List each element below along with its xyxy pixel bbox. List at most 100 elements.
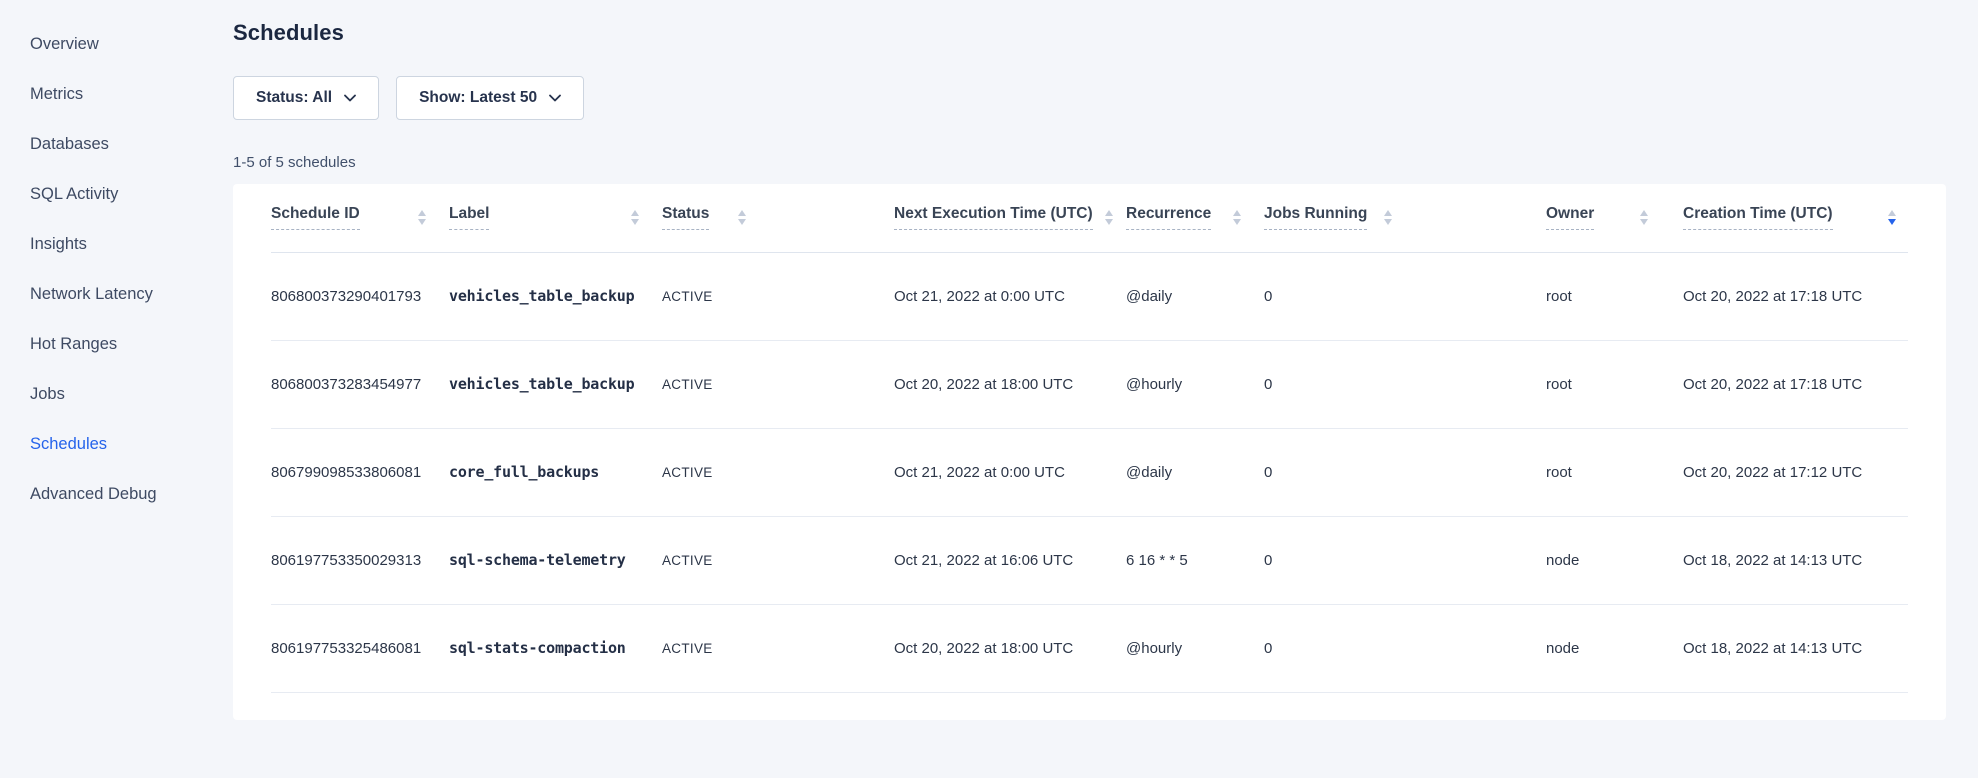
sidebar-item-databases[interactable]: Databases	[30, 134, 233, 154]
table-row: 806197753325486081 sql-stats-compaction …	[271, 604, 1908, 692]
sort-asc-icon	[1888, 210, 1896, 216]
cell-creation-time: Oct 18, 2022 at 14:13 UTC	[1683, 604, 1908, 692]
cell-status: ACTIVE	[662, 252, 894, 340]
column-header-schedule-id[interactable]: Schedule ID	[271, 184, 449, 252]
sidebar: Overview Metrics Databases SQL Activity …	[0, 0, 233, 778]
cell-jobs-running: 0	[1264, 604, 1546, 692]
sidebar-item-jobs[interactable]: Jobs	[30, 384, 233, 404]
sort-icons	[1640, 210, 1648, 225]
table-header: Schedule ID Label Stat	[271, 184, 1908, 252]
status-filter-dropdown[interactable]: Status: All	[233, 76, 379, 120]
results-count: 1-5 of 5 schedules	[233, 154, 1946, 171]
cell-recurrence: @hourly	[1126, 340, 1264, 428]
sort-asc-icon	[1640, 210, 1648, 216]
main-content: Schedules Status: All Show: Latest 50 1-…	[233, 0, 1978, 778]
sidebar-item-sql-activity[interactable]: SQL Activity	[30, 184, 233, 204]
cell-label: vehicles_table_backup	[449, 252, 662, 340]
sort-desc-icon	[1233, 219, 1241, 225]
cell-owner: root	[1546, 340, 1683, 428]
sort-asc-icon	[418, 210, 426, 216]
sort-asc-icon	[631, 210, 639, 216]
sort-desc-icon	[1384, 219, 1392, 225]
sort-asc-icon	[1105, 210, 1113, 216]
sort-asc-icon	[738, 210, 746, 216]
show-filter-dropdown[interactable]: Show: Latest 50	[396, 76, 584, 120]
sidebar-item-network-latency[interactable]: Network Latency	[30, 284, 233, 304]
column-header-jobs-running[interactable]: Jobs Running	[1264, 184, 1546, 252]
show-filter-label: Show: Latest 50	[419, 89, 537, 107]
sort-icons	[1888, 210, 1896, 225]
schedules-table: Schedule ID Label Stat	[271, 184, 1908, 693]
cell-recurrence: 6 16 * * 5	[1126, 516, 1264, 604]
sort-desc-icon	[738, 219, 746, 225]
cell-status: ACTIVE	[662, 516, 894, 604]
sort-desc-icon	[418, 219, 426, 225]
cell-label: sql-schema-telemetry	[449, 516, 662, 604]
sidebar-item-hot-ranges[interactable]: Hot Ranges	[30, 334, 233, 354]
cell-schedule-id: 806800373290401793	[271, 252, 449, 340]
column-header-next-execution-time[interactable]: Next Execution Time (UTC)	[894, 184, 1126, 252]
table-row: 806799098533806081 core_full_backups ACT…	[271, 428, 1908, 516]
cell-schedule-id: 806197753350029313	[271, 516, 449, 604]
cell-owner: root	[1546, 252, 1683, 340]
column-header-status[interactable]: Status	[662, 184, 894, 252]
sort-desc-icon	[1640, 219, 1648, 225]
sort-icons	[1384, 210, 1392, 225]
sort-desc-icon	[1105, 219, 1113, 225]
sort-icons	[738, 210, 746, 225]
cell-schedule-id: 806800373283454977	[271, 340, 449, 428]
table-row: 806800373290401793 vehicles_table_backup…	[271, 252, 1908, 340]
sort-icons	[631, 210, 639, 225]
cell-jobs-running: 0	[1264, 428, 1546, 516]
cell-label: vehicles_table_backup	[449, 340, 662, 428]
table-body: 806800373290401793 vehicles_table_backup…	[271, 252, 1908, 692]
sort-asc-icon	[1233, 210, 1241, 216]
cell-label: sql-stats-compaction	[449, 604, 662, 692]
sidebar-item-overview[interactable]: Overview	[30, 34, 233, 54]
cell-creation-time: Oct 20, 2022 at 17:12 UTC	[1683, 428, 1908, 516]
chevron-down-icon	[344, 94, 356, 102]
cell-status: ACTIVE	[662, 340, 894, 428]
page-title: Schedules	[233, 20, 1946, 46]
column-header-owner[interactable]: Owner	[1546, 184, 1683, 252]
cell-next-execution: Oct 21, 2022 at 0:00 UTC	[894, 252, 1126, 340]
cell-owner: node	[1546, 516, 1683, 604]
cell-status: ACTIVE	[662, 604, 894, 692]
schedules-table-panel: Schedule ID Label Stat	[233, 184, 1946, 720]
cell-label: core_full_backups	[449, 428, 662, 516]
cell-next-execution: Oct 20, 2022 at 18:00 UTC	[894, 340, 1126, 428]
cell-creation-time: Oct 18, 2022 at 14:13 UTC	[1683, 516, 1908, 604]
cell-jobs-running: 0	[1264, 516, 1546, 604]
sort-asc-icon	[1384, 210, 1392, 216]
sidebar-item-metrics[interactable]: Metrics	[30, 84, 233, 104]
cell-owner: root	[1546, 428, 1683, 516]
table-row: 806197753350029313 sql-schema-telemetry …	[271, 516, 1908, 604]
cell-schedule-id: 806197753325486081	[271, 604, 449, 692]
cell-creation-time: Oct 20, 2022 at 17:18 UTC	[1683, 340, 1908, 428]
cell-creation-time: Oct 20, 2022 at 17:18 UTC	[1683, 252, 1908, 340]
column-header-recurrence[interactable]: Recurrence	[1126, 184, 1264, 252]
cell-recurrence: @daily	[1126, 428, 1264, 516]
column-header-creation-time[interactable]: Creation Time (UTC)	[1683, 184, 1908, 252]
table-row: 806800373283454977 vehicles_table_backup…	[271, 340, 1908, 428]
status-filter-label: Status: All	[256, 89, 332, 107]
app-root: Overview Metrics Databases SQL Activity …	[0, 0, 1978, 778]
cell-status: ACTIVE	[662, 428, 894, 516]
sort-icons	[1105, 210, 1113, 225]
cell-schedule-id: 806799098533806081	[271, 428, 449, 516]
sidebar-item-insights[interactable]: Insights	[30, 234, 233, 254]
sidebar-item-schedules[interactable]: Schedules	[30, 434, 233, 454]
sort-icons	[1233, 210, 1241, 225]
sort-desc-icon	[631, 219, 639, 225]
filter-bar: Status: All Show: Latest 50	[233, 76, 1946, 120]
sort-desc-icon	[1888, 219, 1896, 225]
column-header-label[interactable]: Label	[449, 184, 662, 252]
cell-recurrence: @hourly	[1126, 604, 1264, 692]
sidebar-item-advanced-debug[interactable]: Advanced Debug	[30, 484, 233, 504]
cell-next-execution: Oct 21, 2022 at 0:00 UTC	[894, 428, 1126, 516]
cell-next-execution: Oct 21, 2022 at 16:06 UTC	[894, 516, 1126, 604]
chevron-down-icon	[549, 94, 561, 102]
cell-jobs-running: 0	[1264, 340, 1546, 428]
cell-owner: node	[1546, 604, 1683, 692]
cell-next-execution: Oct 20, 2022 at 18:00 UTC	[894, 604, 1126, 692]
